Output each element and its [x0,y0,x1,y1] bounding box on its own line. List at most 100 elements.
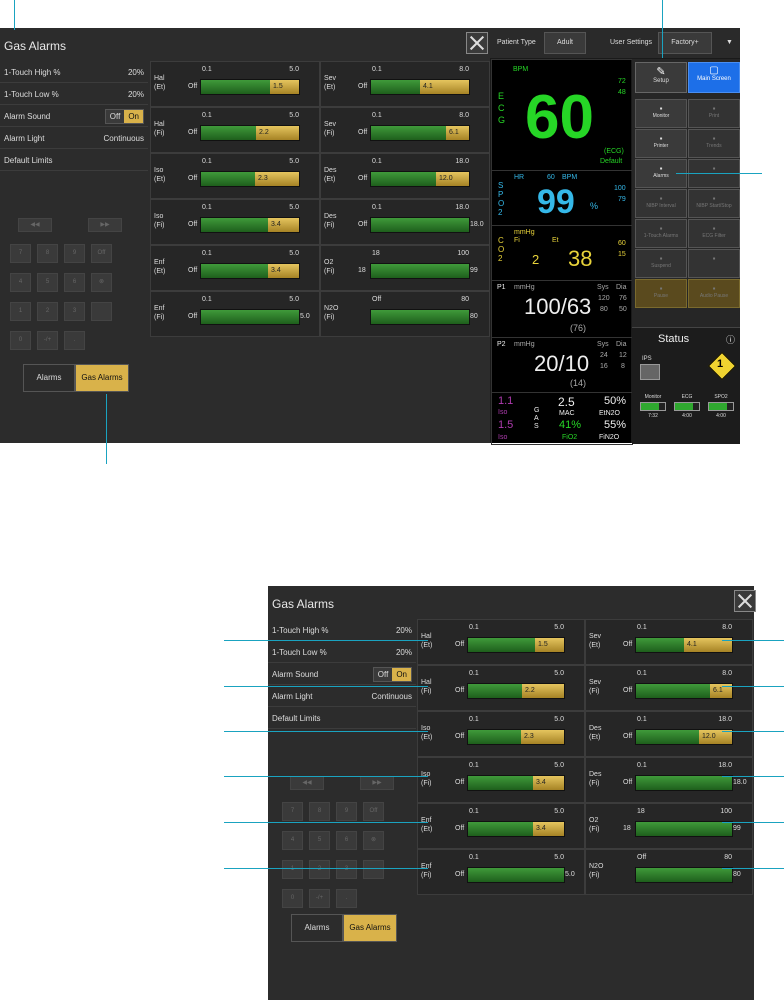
keypad-key[interactable]: 2 [37,302,58,321]
user-settings-dropdown[interactable]: Factory+ [658,32,712,54]
keypad-key[interactable]: 2 [309,860,330,879]
side-button[interactable]: ▪ NIBP Start/Stop [688,189,740,218]
gas-limit-cell[interactable]: O2 (Fi) 18 100 18 99 [585,803,753,849]
toggle-off[interactable]: Off [105,110,125,123]
gas-limit-slider[interactable]: 2.3 [467,729,565,745]
toggle-off[interactable]: Off [373,668,393,681]
zoom-close-button[interactable] [734,590,756,612]
keypad-key[interactable]: 5 [309,831,330,850]
keypad-key[interactable] [91,302,112,321]
setting-row[interactable]: 1-Touch High % 20% [0,61,148,83]
keypad-key[interactable]: 6 [336,831,357,850]
side-button[interactable]: ▪ Trends [688,129,740,158]
patient-type-button[interactable]: Adult [544,32,586,54]
chevron-down-icon[interactable]: ▼ [726,39,733,46]
gas-limit-slider[interactable]: 6.1 [370,125,470,141]
gas-limit-slider[interactable]: 1.5 [467,637,565,653]
side-button[interactable]: ▪ Suspend [635,249,687,278]
keypad-key[interactable]: 0 [10,331,31,350]
gas-limit-cell[interactable]: Des (Et) 0.1 18.0 Off 12.0 [320,153,490,199]
gas-limit-slider[interactable] [635,775,733,791]
keypad-key[interactable]: ◀◀ [290,776,324,790]
gas-limit-cell[interactable]: Des (Fi) 0.1 18.0 Off 18.0 [320,199,490,245]
keypad-key[interactable]: . [64,331,85,350]
setup-button[interactable]: ✎ Setup [635,62,687,93]
gas-limit-cell[interactable]: Iso (Fi) 0.1 5.0 Off 3.4 [417,757,585,803]
gas-limit-slider[interactable]: 12.0 [370,171,470,187]
side-button[interactable]: ▪ Print [688,99,740,128]
tab-gas-alarms[interactable]: Gas Alarms [75,364,129,392]
gas-limit-cell[interactable]: Des (Et) 0.1 18.0 Off 12.0 [585,711,753,757]
gas-limit-cell[interactable]: Hal (Et) 0.1 5.0 Off 1.5 [150,61,320,107]
main-screen-button[interactable]: ▢ Main Screen [688,62,740,93]
keypad-key[interactable]: 6 [64,273,85,292]
setting-row[interactable]: Default Limits [0,149,148,171]
gas-limit-cell[interactable]: Iso (Et) 0.1 5.0 Off 2.3 [150,153,320,199]
gas-limit-cell[interactable]: Sev (Fi) 0.1 8.0 Off 6.1 [585,665,753,711]
gas-limit-slider[interactable]: 2.2 [200,125,300,141]
zoom-tab-alarms[interactable]: Alarms [291,914,343,942]
keypad-key[interactable]: 9 [336,802,357,821]
gas-limit-cell[interactable]: Enf (Fi) 0.1 5.0 Off 5.0 [150,291,320,337]
toggle-on[interactable]: On [392,668,411,681]
keypad-key[interactable]: 4 [282,831,303,850]
gas-limit-cell[interactable]: Sev (Fi) 0.1 8.0 Off 6.1 [320,107,490,153]
keypad-key[interactable]: 8 [37,244,58,263]
ecg-tile[interactable]: ECG BPM 60 72 48 (ECG) Default [491,59,633,171]
toggle-on[interactable]: On [124,110,143,123]
gas-limit-cell[interactable]: Enf (Fi) 0.1 5.0 Off 5.0 [417,849,585,895]
keypad-key[interactable]: ▶▶ [360,776,394,790]
side-button[interactable]: ▪ Monitor [635,99,687,128]
setting-row[interactable]: Default Limits [268,707,416,729]
gas-limit-cell[interactable]: Enf (Et) 0.1 5.0 Off 3.4 [150,245,320,291]
keypad-key[interactable]: 7 [10,244,31,263]
keypad-key[interactable]: 1 [282,860,303,879]
close-button[interactable] [466,32,488,54]
gas-limit-slider[interactable] [467,867,565,883]
setting-row[interactable]: 1-Touch High % 20% [268,619,416,641]
keypad-key[interactable]: 3 [336,860,357,879]
setting-row[interactable]: 1-Touch Low % 20% [0,83,148,105]
keypad-key[interactable]: ⊗ [91,273,112,292]
keypad-key[interactable]: Off [363,802,384,821]
gas-limit-slider[interactable] [370,263,470,279]
gas-tile[interactable]: 1.1 Iso 1.5 Iso GAS 2.5 MAC 50% EtN2O 41… [491,392,633,445]
gas-limit-cell[interactable]: N2O (Fi) Off 80 80 [585,849,753,895]
gas-limit-cell[interactable]: O2 (Fi) 18 100 18 99 [320,245,490,291]
gas-limit-cell[interactable]: Hal (Fi) 0.1 5.0 Off 2.2 [417,665,585,711]
zoom-tab-gas-alarms[interactable]: Gas Alarms [343,914,397,942]
side-button[interactable]: ▪ [688,249,740,278]
keypad-key[interactable]: Off [91,244,112,263]
co2-tile[interactable]: CO2 mmHg Fi Et 2 38 60 15 [491,225,633,281]
keypad-key[interactable]: 7 [282,802,303,821]
gas-limit-slider[interactable]: 2.2 [467,683,565,699]
alarm-sound-toggle[interactable]: Off On [372,667,412,682]
gas-limit-slider[interactable]: 12.0 [635,729,733,745]
keypad-key[interactable]: -/+ [309,889,330,908]
keypad-key[interactable]: 4 [10,273,31,292]
gas-limit-slider[interactable]: 4.1 [370,79,470,95]
gas-limit-cell[interactable]: Des (Fi) 0.1 18.0 Off 18.0 [585,757,753,803]
gas-limit-cell[interactable]: Sev (Et) 0.1 8.0 Off 4.1 [585,619,753,665]
gas-limit-slider[interactable] [370,217,470,233]
side-button[interactable]: ▪ Pause [635,279,687,308]
setting-row[interactable]: Alarm Light Continuous [268,685,416,707]
keypad-key[interactable]: 9 [64,244,85,263]
gas-limit-slider[interactable]: 4.1 [635,637,733,653]
keypad-key[interactable]: -/+ [37,331,58,350]
gas-limit-slider[interactable]: 3.4 [467,821,565,837]
keypad-key[interactable]: ⊗ [363,831,384,850]
gas-limit-cell[interactable]: N2O (Fi) Off 80 80 [320,291,490,337]
tab-alarms[interactable]: Alarms [23,364,75,392]
side-button[interactable]: ▪ ECG Filter [688,219,740,248]
gas-limit-slider[interactable]: 3.4 [200,263,300,279]
keypad-key[interactable]: 1 [10,302,31,321]
alarm-sound-toggle[interactable]: Off On [104,109,144,124]
keypad-key[interactable] [363,860,384,879]
gas-limit-cell[interactable]: Iso (Et) 0.1 5.0 Off 2.3 [417,711,585,757]
keypad-key[interactable]: 0 [282,889,303,908]
side-button[interactable]: ▪ NIBP Interval [635,189,687,218]
keypad-key[interactable]: ◀◀ [18,218,52,232]
gas-limit-slider[interactable] [370,309,470,325]
info-icon[interactable]: ⓘ [726,333,735,346]
